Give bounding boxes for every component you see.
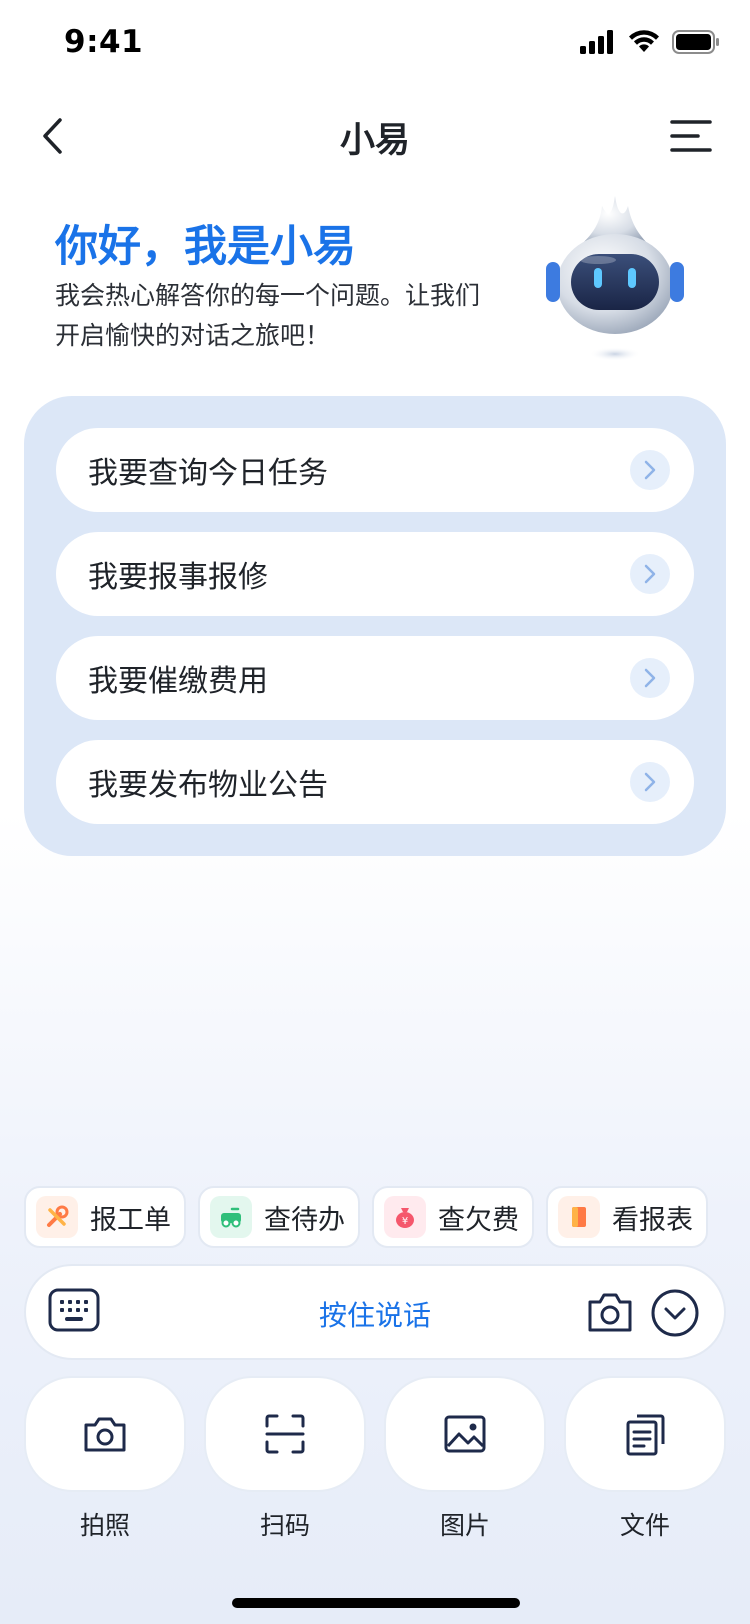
- menu-icon: [670, 120, 712, 152]
- greeting-title: 你好，我是小易: [55, 222, 356, 272]
- tool-label: 拍照: [79, 1511, 130, 1540]
- picture-button[interactable]: [384, 1376, 546, 1492]
- signal-icon: [580, 30, 613, 54]
- quick-question-label: 我要报事报修: [88, 560, 268, 595]
- menu-button[interactable]: [666, 114, 714, 158]
- chevron-right-icon: [630, 450, 670, 490]
- tool-picture[interactable]: 图片: [384, 1376, 546, 1542]
- robot-mascot-icon: [546, 196, 684, 361]
- chevron-down-circle-icon: [651, 1289, 699, 1337]
- status-time: 9:41: [64, 24, 144, 60]
- tool-label: 文件: [619, 1511, 670, 1540]
- tool-take-photo[interactable]: 拍照: [24, 1376, 186, 1542]
- expand-button[interactable]: [650, 1288, 700, 1338]
- tool-panel: 拍照 扫码 图片 文件: [24, 1376, 726, 1546]
- nav-bar: 小易: [0, 96, 750, 176]
- shortcut-chip-check-todo[interactable]: 查待办: [198, 1186, 360, 1248]
- home-indicator: [232, 1598, 520, 1608]
- tool-scan-code[interactable]: 扫码: [204, 1376, 366, 1542]
- shortcut-chip-report-work-order[interactable]: 报工单: [24, 1186, 186, 1248]
- take-photo-button[interactable]: [24, 1376, 186, 1492]
- page-title: 小易: [339, 121, 410, 161]
- greeting-subtitle: 我会热心解答你的每一个问题。让我们开启愉快的对话之旅吧！: [55, 281, 481, 350]
- todo-icon: [210, 1196, 252, 1238]
- quick-question-item[interactable]: 我要查询今日任务: [56, 428, 694, 512]
- file-icon: [626, 1414, 665, 1456]
- shortcut-chip-label: 报工单: [90, 1204, 171, 1236]
- status-icons: [580, 30, 720, 54]
- tool-label: 扫码: [259, 1511, 310, 1540]
- quick-question-item[interactable]: 我要报事报修: [56, 532, 694, 616]
- quick-question-item[interactable]: 我要发布物业公告: [56, 740, 694, 824]
- input-bar: 按住说话: [24, 1264, 726, 1360]
- chevron-right-icon: [630, 762, 670, 802]
- shortcut-chip-label: 查欠费: [438, 1204, 519, 1236]
- quick-question-label: 我要查询今日任务: [88, 456, 328, 491]
- shortcut-chip-view-report[interactable]: 看报表: [546, 1186, 708, 1248]
- camera-icon: [588, 1293, 632, 1332]
- shortcut-chip-check-arrears[interactable]: ¥ 查欠费: [372, 1186, 534, 1248]
- quick-question-label: 我要催缴费用: [88, 664, 268, 699]
- status-bar: 9:41: [0, 0, 750, 92]
- camera-icon: [84, 1417, 126, 1452]
- shortcut-chip-label: 查待办: [264, 1204, 345, 1236]
- file-button[interactable]: [564, 1376, 726, 1492]
- money-bag-icon: ¥: [384, 1196, 426, 1238]
- chevron-right-icon: [630, 554, 670, 594]
- quick-question-label: 我要发布物业公告: [88, 768, 328, 803]
- shortcut-chips: 报工单 查待办 ¥ 查欠费 看报表: [24, 1186, 726, 1248]
- chevron-right-icon: [630, 658, 670, 698]
- wrench-icon: [36, 1196, 78, 1238]
- battery-icon: [672, 30, 719, 54]
- image-icon: [444, 1415, 486, 1453]
- quick-question-item[interactable]: 我要催缴费用: [56, 636, 694, 720]
- svg-text:¥: ¥: [402, 1216, 408, 1227]
- quick-questions-panel: 我要查询今日任务 我要报事报修 我要催缴费用 我要发布物业公告: [24, 396, 726, 856]
- scan-icon: [265, 1414, 305, 1454]
- tool-file[interactable]: 文件: [564, 1376, 726, 1542]
- camera-button[interactable]: [586, 1290, 634, 1334]
- tool-label: 图片: [439, 1511, 490, 1540]
- shortcut-chip-label: 看报表: [612, 1204, 693, 1236]
- scan-code-button[interactable]: [204, 1376, 366, 1492]
- report-icon: [558, 1196, 600, 1238]
- wifi-icon: [629, 30, 659, 52]
